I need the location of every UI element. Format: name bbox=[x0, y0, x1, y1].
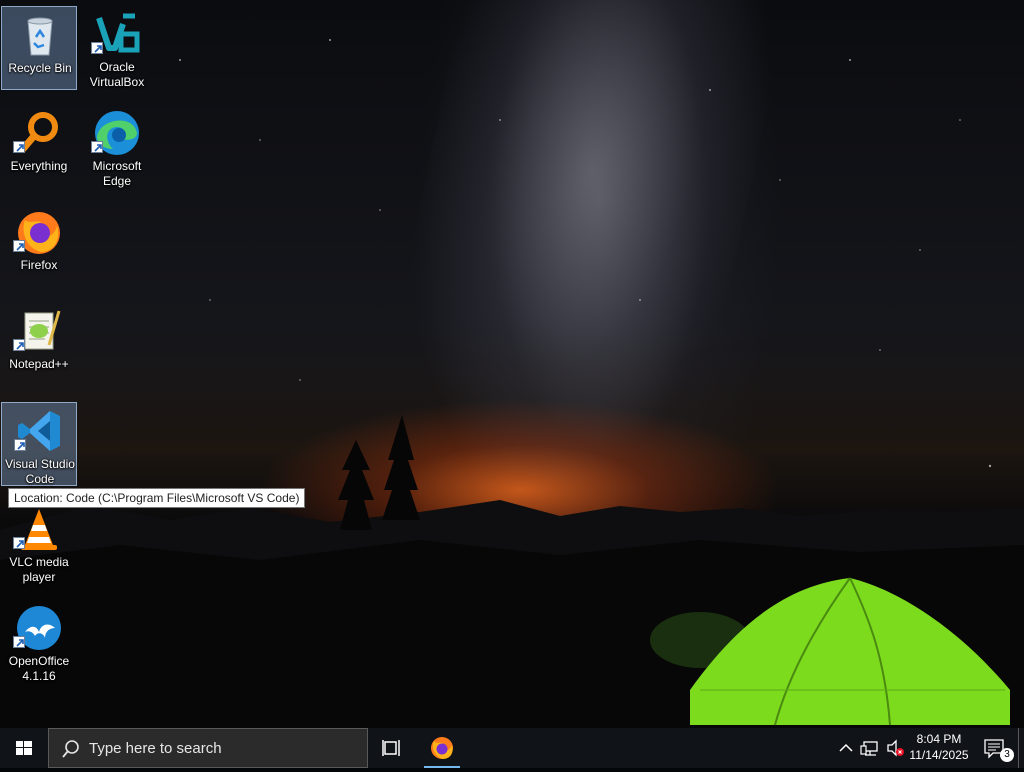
search-placeholder: Type here to search bbox=[89, 740, 222, 757]
shortcut-arrow-icon bbox=[13, 141, 25, 153]
taskbar: Type here to search 8:04 PM 11/14/2025 3 bbox=[0, 728, 1024, 768]
icon-tooltip: Location: Code (C:\Program Files\Microso… bbox=[8, 488, 306, 508]
shortcut-arrow-icon bbox=[91, 42, 103, 54]
stars bbox=[179, 39, 992, 468]
desktop-icon-firefox[interactable]: Firefox bbox=[1, 204, 77, 288]
desktop-icon-label: OpenOffice 4.1.16 bbox=[8, 654, 70, 683]
desktop-icon-oracle-virtualbox[interactable]: Oracle VirtualBox bbox=[79, 6, 155, 90]
task-view-button[interactable] bbox=[372, 728, 412, 768]
windows-logo-icon bbox=[16, 741, 32, 755]
desktop-icon-label: Visual Studio Code bbox=[5, 457, 75, 486]
desktop-icon-microsoft-edge[interactable]: Microsoft Edge bbox=[79, 105, 155, 189]
taskbar-search-box[interactable]: Type here to search bbox=[48, 728, 368, 768]
desktop-icon-label: Microsoft Edge bbox=[92, 159, 142, 188]
show-hidden-icons-button[interactable] bbox=[836, 728, 856, 768]
shortcut-arrow-icon bbox=[91, 141, 103, 153]
start-button[interactable] bbox=[0, 728, 48, 768]
desktop-icon-label: Oracle VirtualBox bbox=[89, 60, 145, 89]
desktop-icon-label: Firefox bbox=[20, 258, 58, 272]
recycle-bin-icon bbox=[27, 17, 53, 56]
action-center-button[interactable]: 3 bbox=[978, 728, 1016, 768]
desktop-icon-recycle-bin[interactable]: Recycle Bin bbox=[1, 6, 77, 90]
network-icon bbox=[860, 741, 878, 756]
network-status-button[interactable] bbox=[858, 728, 884, 768]
shortcut-arrow-icon bbox=[13, 636, 25, 648]
show-desktop-button[interactable] bbox=[1018, 728, 1024, 768]
desktop-icon-vlc-media-player[interactable]: VLC media player bbox=[1, 501, 77, 585]
chevron-up-icon bbox=[839, 743, 853, 752]
taskbar-app-firefox[interactable] bbox=[420, 728, 464, 768]
desktop-icon-openoffice[interactable]: OpenOffice 4.1.16 bbox=[1, 600, 77, 684]
desktop-icon-label: Notepad++ bbox=[9, 357, 69, 371]
search-icon bbox=[62, 740, 79, 758]
desktop-icon-everything[interactable]: Everything bbox=[1, 105, 77, 189]
desktop-icon-notepadpp[interactable]: Notepad++ bbox=[1, 303, 77, 387]
shortcut-arrow-icon bbox=[14, 439, 26, 451]
taskbar-clock[interactable]: 8:04 PM 11/14/2025 bbox=[900, 731, 978, 763]
desktop-icon-label: Recycle Bin bbox=[8, 61, 72, 75]
shortcut-arrow-icon bbox=[13, 537, 25, 549]
task-view-icon bbox=[382, 740, 400, 756]
firefox-icon bbox=[431, 737, 453, 759]
desktop-icon-visual-studio-code[interactable]: Visual Studio Code bbox=[1, 402, 77, 486]
clock-date: 11/14/2025 bbox=[909, 748, 969, 762]
notification-count-badge: 3 bbox=[1000, 748, 1014, 762]
shortcut-arrow-icon bbox=[13, 240, 25, 252]
clock-time: 8:04 PM bbox=[916, 732, 962, 746]
desktop-icon-label: Everything bbox=[10, 159, 68, 173]
shortcut-arrow-icon bbox=[13, 339, 25, 351]
desktop-icon-label: VLC media player bbox=[9, 555, 69, 584]
